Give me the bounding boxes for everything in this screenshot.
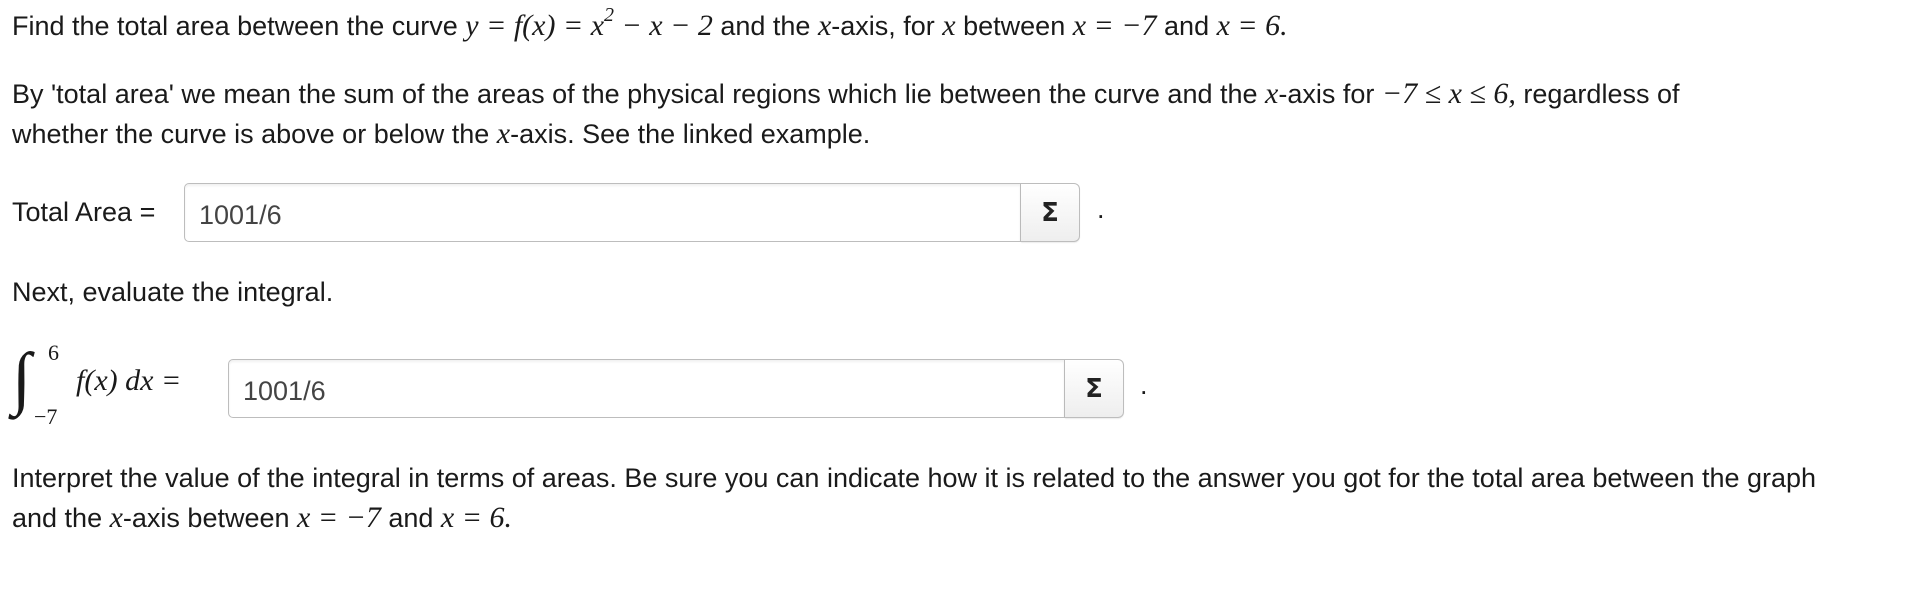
total-area-definition-line-2: whether the curve is above or below the … — [12, 117, 871, 150]
equation-editor-button[interactable]: Σ — [1065, 359, 1124, 418]
interval: −7 ≤ x ≤ 6, — [1381, 77, 1516, 110]
definite-integral: ∫ 6 −7 f(x) dx = — [12, 340, 212, 430]
lower-bound: x = −7 — [1072, 9, 1157, 42]
total-area-label: Total Area = — [12, 197, 156, 227]
upper-bound: x = 6. — [1216, 9, 1288, 42]
sigma-icon: Σ — [1085, 373, 1103, 404]
sigma-icon: Σ — [1041, 197, 1059, 228]
integral-sign: ∫ — [12, 340, 32, 417]
trailing-period: . — [1097, 194, 1105, 224]
total-area-definition: By 'total area' we mean the sum of the a… — [12, 77, 1680, 110]
trailing-period: . — [1140, 370, 1148, 400]
next-step-text: Next, evaluate the integral. — [12, 277, 334, 307]
equation-editor-button[interactable]: Σ — [1021, 183, 1080, 242]
integral-upper-limit: 6 — [48, 340, 59, 365]
integrand: f(x) dx = — [76, 364, 182, 397]
interpretation-prompt: Interpret the value of the integral in t… — [12, 463, 1817, 493]
total-area-input[interactable] — [184, 183, 1021, 242]
total-area-answer-field: Σ — [184, 183, 1080, 242]
intro-text: Find the total area between the curve — [12, 11, 466, 41]
question-intro: Find the total area between the curve y … — [12, 4, 1288, 42]
integral-answer-field: Σ — [228, 359, 1124, 418]
interpretation-prompt-line-2: and the x-axis between x = −7 and x = 6. — [12, 501, 512, 534]
integral-lower-limit: −7 — [34, 404, 58, 429]
function-definition: y = f(x) = x2 − x − 2 — [465, 4, 713, 42]
integral-input[interactable] — [228, 359, 1065, 418]
